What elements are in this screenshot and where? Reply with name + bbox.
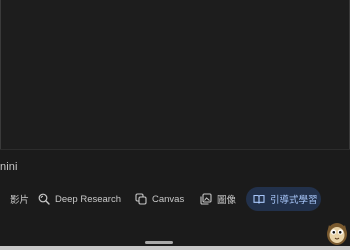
image-label: 圖像 <box>217 195 237 206</box>
canvas-icon <box>135 193 147 205</box>
deep-research-icon <box>38 193 50 205</box>
conversation-area <box>0 0 350 150</box>
book-icon <box>253 193 265 205</box>
canvas-label: Canvas <box>152 193 185 205</box>
window-frame-bottom <box>0 246 350 250</box>
image-icon <box>200 193 212 205</box>
deep-research-button[interactable]: Deep Research <box>38 187 121 211</box>
guided-learning-label: 引導式學習 <box>270 195 318 206</box>
app-screen: nini 影片 Deep Research Canvas 圖像 引導式學習 <box>0 0 350 250</box>
video-tool-button[interactable]: 影片 <box>5 187 29 211</box>
image-button[interactable]: 圖像 <box>200 187 236 211</box>
home-indicator[interactable] <box>145 241 173 244</box>
mascot-logo-icon <box>325 219 349 247</box>
guided-learning-button[interactable]: 引導式學習 <box>246 187 321 211</box>
video-tool-label: 影片 <box>10 195 30 206</box>
canvas-button[interactable]: Canvas <box>135 187 184 211</box>
prompt-placeholder-text[interactable]: nini <box>0 160 18 174</box>
composer-toolbar: 影片 Deep Research Canvas 圖像 引導式學習 <box>0 187 350 211</box>
deep-research-label: Deep Research <box>55 193 122 205</box>
